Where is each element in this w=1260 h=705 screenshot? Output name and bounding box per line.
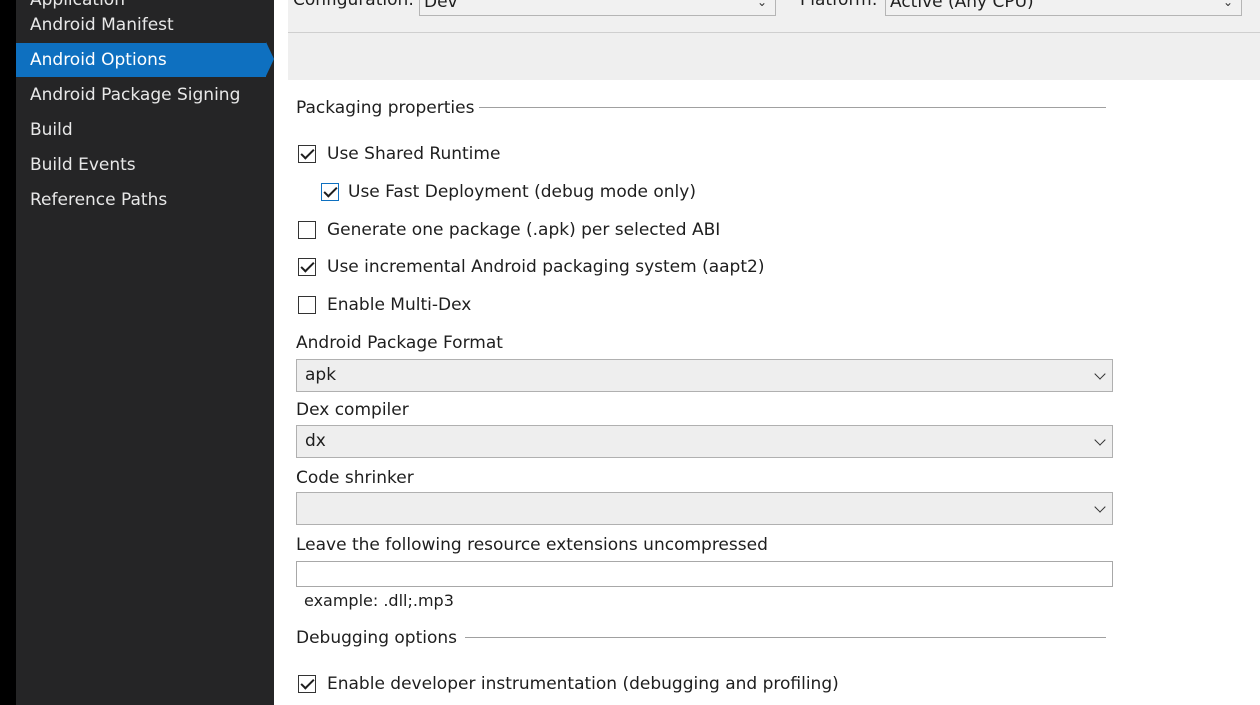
sidebar-item-reference-paths[interactable]: Reference Paths	[16, 183, 266, 217]
sidebar-item-label: Android Options	[30, 50, 167, 70]
dex-compiler-dropdown[interactable]: dx	[296, 425, 1113, 458]
project-properties-sidebar: Application Android Manifest Android Opt…	[16, 0, 274, 705]
dex-compiler-value: dx	[305, 431, 326, 451]
properties-content: Configuration: Dev ⌄ Platform: Active (A…	[274, 0, 1260, 705]
package-format-dropdown[interactable]: apk	[296, 359, 1113, 392]
one-package-per-abi-checkbox[interactable]: Generate one package (.apk) per selected…	[298, 217, 720, 243]
checkbox-label: Enable developer instrumentation (debugg…	[327, 674, 839, 694]
checkbox-checked-icon	[298, 675, 316, 693]
checkbox-unchecked-icon	[298, 296, 316, 314]
incremental-packaging-checkbox[interactable]: Use incremental Android packaging system…	[298, 254, 764, 280]
uncompressed-extensions-input[interactable]	[296, 561, 1113, 587]
chevron-down-icon	[1094, 434, 1106, 446]
uncompressed-extensions-hint: example: .dll;.mp3	[304, 591, 454, 610]
platform-value: Active (Any CPU)	[890, 0, 1034, 12]
checkbox-label: Use incremental Android packaging system…	[327, 257, 765, 277]
platform-dropdown[interactable]: Active (Any CPU) ⌄	[885, 0, 1242, 16]
chevron-down-icon	[1094, 368, 1106, 380]
section-divider	[479, 107, 1106, 108]
sidebar-item-android-manifest[interactable]: Android Manifest	[16, 8, 266, 42]
chevron-down-icon: ⌄	[756, 0, 767, 9]
sidebar-item-android-package-signing[interactable]: Android Package Signing	[16, 78, 266, 112]
sidebar-item-label: Android Manifest	[30, 15, 174, 35]
chevron-down-icon	[1094, 501, 1106, 513]
configuration-value: Dev	[424, 0, 458, 12]
sidebar-item-label: Build	[30, 120, 73, 140]
checkbox-checked-icon	[321, 183, 339, 201]
configuration-bar: Configuration: Dev ⌄ Platform: Active (A…	[288, 0, 1260, 32]
use-shared-runtime-checkbox[interactable]: Use Shared Runtime	[298, 141, 500, 167]
sidebar-item-label: Android Package Signing	[30, 85, 241, 105]
configuration-label: Configuration:	[293, 0, 415, 10]
toolbar-spacer	[288, 33, 1260, 80]
dex-compiler-label: Dex compiler	[296, 400, 409, 420]
code-shrinker-label: Code shrinker	[296, 468, 414, 488]
uncompressed-extensions-value	[297, 564, 303, 584]
use-fast-deployment-checkbox[interactable]: Use Fast Deployment (debug mode only)	[321, 179, 696, 205]
configuration-dropdown[interactable]: Dev ⌄	[419, 0, 776, 16]
sidebar-item-android-options[interactable]: Android Options	[16, 43, 266, 77]
checkbox-label: Enable Multi-Dex	[327, 295, 472, 315]
package-format-label: Android Package Format	[296, 333, 503, 353]
code-shrinker-dropdown[interactable]	[296, 492, 1113, 525]
sidebar-item-label: Reference Paths	[30, 190, 168, 210]
chevron-down-icon: ⌄	[1222, 0, 1233, 9]
checkbox-checked-icon	[298, 145, 316, 163]
sidebar-item-label: Build Events	[30, 155, 136, 175]
packaging-properties-header: Packaging properties	[296, 98, 475, 118]
developer-instrumentation-checkbox[interactable]: Enable developer instrumentation (debugg…	[298, 671, 839, 697]
checkbox-label: Use Fast Deployment (debug mode only)	[348, 182, 696, 202]
checkbox-label: Use Shared Runtime	[327, 144, 501, 164]
package-format-value: apk	[305, 365, 337, 385]
checkbox-checked-icon	[298, 258, 316, 276]
active-item-pointer	[266, 42, 274, 76]
platform-label: Platform:	[800, 0, 878, 10]
sidebar-item-build-events[interactable]: Build Events	[16, 148, 266, 182]
enable-multidex-checkbox[interactable]: Enable Multi-Dex	[298, 292, 471, 318]
debugging-options-header: Debugging options	[296, 628, 458, 648]
window-edge	[0, 0, 16, 705]
checkbox-unchecked-icon	[298, 221, 316, 239]
section-divider	[465, 637, 1106, 638]
sidebar-item-build[interactable]: Build	[16, 113, 266, 147]
checkbox-label: Generate one package (.apk) per selected…	[327, 220, 721, 240]
uncompressed-extensions-label: Leave the following resource extensions …	[296, 535, 768, 555]
